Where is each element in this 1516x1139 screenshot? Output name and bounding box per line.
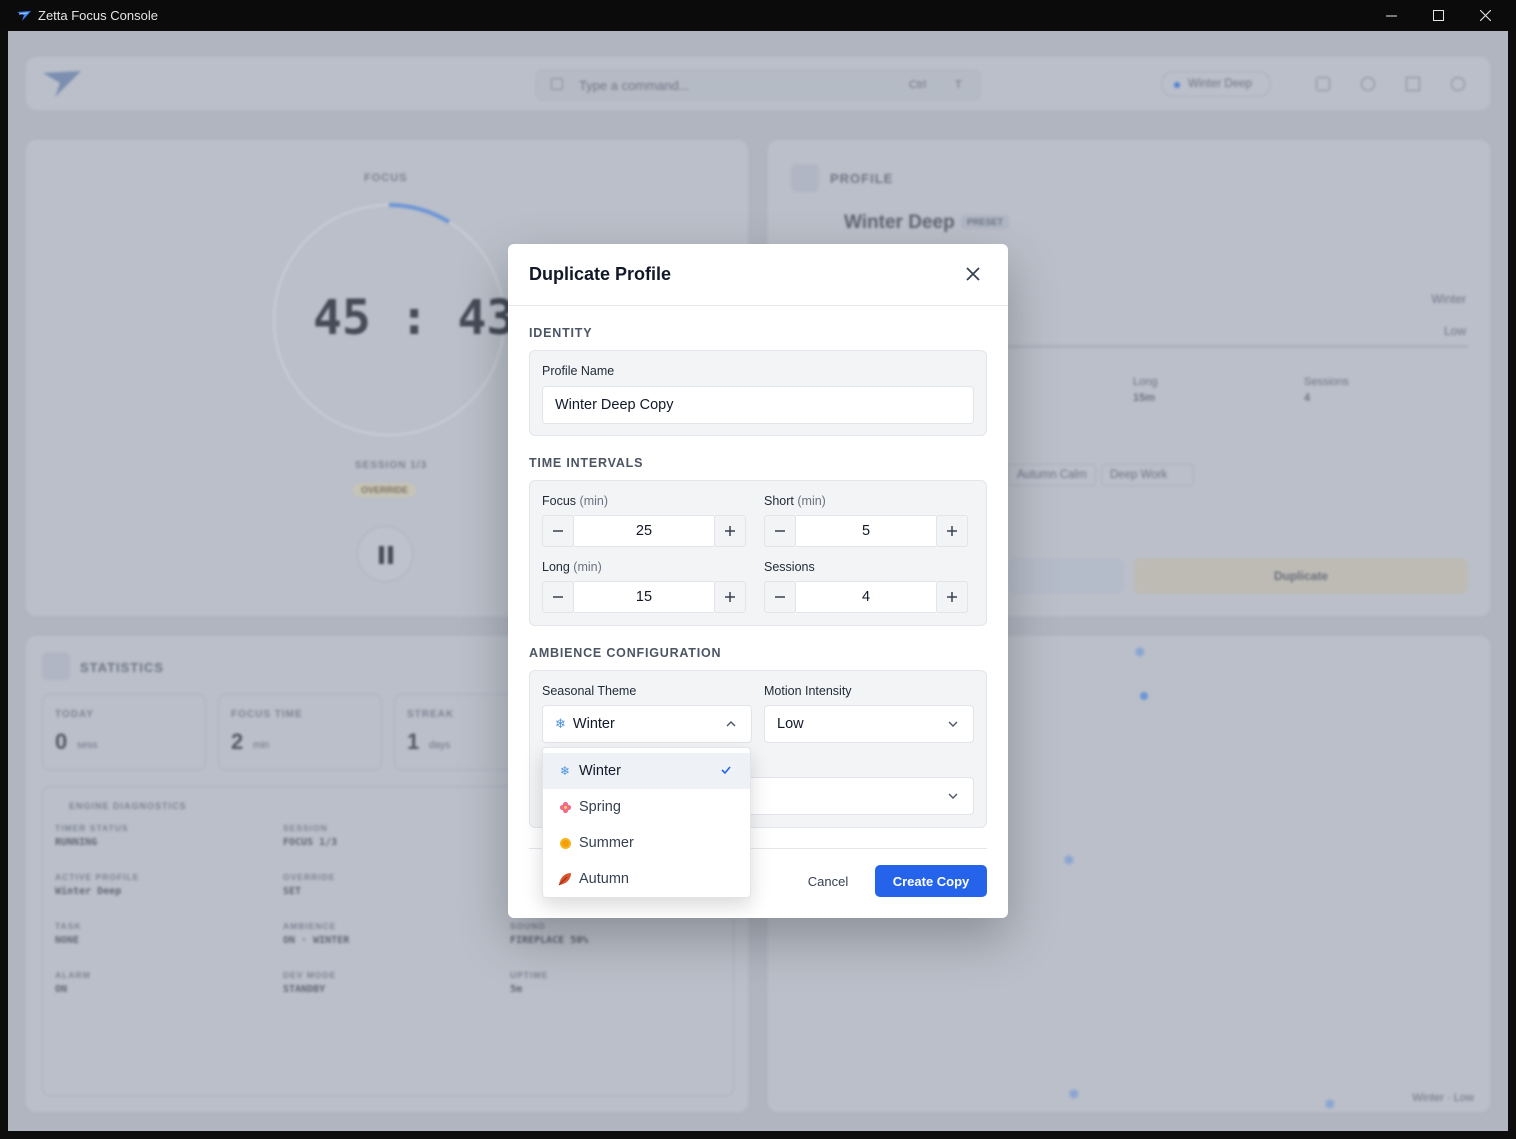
- long-value[interactable]: 15: [574, 581, 714, 613]
- close-window-button[interactable]: [1462, 0, 1508, 31]
- focus-increment-button[interactable]: [714, 515, 746, 547]
- long-increment-button[interactable]: [714, 581, 746, 613]
- minimize-icon: [1385, 15, 1397, 16]
- focus-value[interactable]: 25: [574, 515, 714, 547]
- seasonal-theme-select[interactable]: ❄ Winter: [542, 705, 752, 743]
- sessions-increment-button[interactable]: [936, 581, 968, 613]
- checkmark-icon: [721, 766, 731, 775]
- seasonal-theme-label: Seasonal Theme: [542, 684, 637, 698]
- minus-icon: [775, 596, 785, 598]
- theme-option-spring[interactable]: Spring: [543, 789, 750, 825]
- motion-intensity-select[interactable]: Low: [764, 705, 974, 743]
- short-value[interactable]: 5: [796, 515, 936, 547]
- plus-icon: [725, 592, 735, 602]
- focus-stepper: 25: [542, 515, 746, 547]
- intervals-group: Focus (min) 25 Short (min) 5 Long (min) …: [529, 480, 987, 626]
- chevron-down-icon: [948, 721, 958, 727]
- blossom-icon: [558, 800, 572, 814]
- chevron-up-icon: [726, 721, 736, 727]
- chevron-down-icon: [948, 793, 958, 799]
- intervals-section-label: TIME INTERVALS: [529, 456, 644, 470]
- plus-icon: [725, 526, 735, 536]
- motion-intensity-value: Low: [777, 716, 804, 732]
- minus-icon: [553, 530, 563, 532]
- modal-title: Duplicate Profile: [529, 264, 672, 284]
- short-label: Short (min): [764, 494, 826, 508]
- option-label: Winter: [579, 763, 621, 779]
- plus-icon: [947, 592, 957, 602]
- option-label: Spring: [579, 799, 621, 815]
- snowflake-icon: ❄: [555, 716, 566, 731]
- close-icon[interactable]: [964, 265, 982, 283]
- sessions-stepper: 4: [764, 581, 968, 613]
- sessions-label: Sessions: [764, 560, 815, 574]
- option-label: Summer: [579, 835, 634, 851]
- short-decrement-button[interactable]: [764, 515, 796, 547]
- long-label: Long (min): [542, 560, 602, 574]
- focus-decrement-button[interactable]: [542, 515, 574, 547]
- maximize-button[interactable]: [1415, 0, 1461, 31]
- modal-header: Duplicate Profile: [508, 244, 1008, 306]
- short-stepper: 5: [764, 515, 968, 547]
- theme-option-autumn[interactable]: Autumn: [543, 861, 750, 897]
- window-title: Zetta Focus Console: [38, 8, 158, 23]
- minimize-button[interactable]: [1368, 0, 1414, 31]
- long-stepper: 15: [542, 581, 746, 613]
- option-label: Autumn: [579, 871, 629, 887]
- long-decrement-button[interactable]: [542, 581, 574, 613]
- motion-intensity-label: Motion Intensity: [764, 684, 852, 698]
- leaf-icon: [558, 872, 572, 886]
- close-icon: [1479, 10, 1491, 21]
- minus-icon: [775, 530, 785, 532]
- seasonal-theme-value: Winter: [572, 716, 615, 732]
- snowflake-icon: ❄: [559, 764, 571, 778]
- sessions-value[interactable]: 4: [796, 581, 936, 613]
- create-copy-button[interactable]: Create Copy: [875, 865, 987, 897]
- seasonal-theme-dropdown: ❄ Winter Spring Summer Autumn: [542, 747, 751, 898]
- sun-icon: [558, 836, 572, 850]
- theme-option-summer[interactable]: Summer: [543, 825, 750, 861]
- focus-label: Focus (min): [542, 494, 608, 508]
- short-increment-button[interactable]: [936, 515, 968, 547]
- plus-icon: [947, 526, 957, 536]
- profile-name-input[interactable]: Winter Deep Copy: [542, 386, 974, 424]
- cancel-button[interactable]: Cancel: [795, 865, 861, 897]
- identity-group: Profile Name Winter Deep Copy: [529, 350, 987, 436]
- app-logo-icon: [17, 10, 31, 21]
- theme-option-winter[interactable]: ❄ Winter: [543, 753, 750, 789]
- window-titlebar: Zetta Focus Console: [0, 0, 1516, 31]
- sessions-decrement-button[interactable]: [764, 581, 796, 613]
- profile-name-label: Profile Name: [542, 364, 615, 378]
- maximize-icon: [1432, 10, 1444, 21]
- ambience-section-label: AMBIENCE CONFIGURATION: [529, 646, 722, 660]
- identity-section-label: IDENTITY: [529, 326, 593, 340]
- minus-icon: [553, 596, 563, 598]
